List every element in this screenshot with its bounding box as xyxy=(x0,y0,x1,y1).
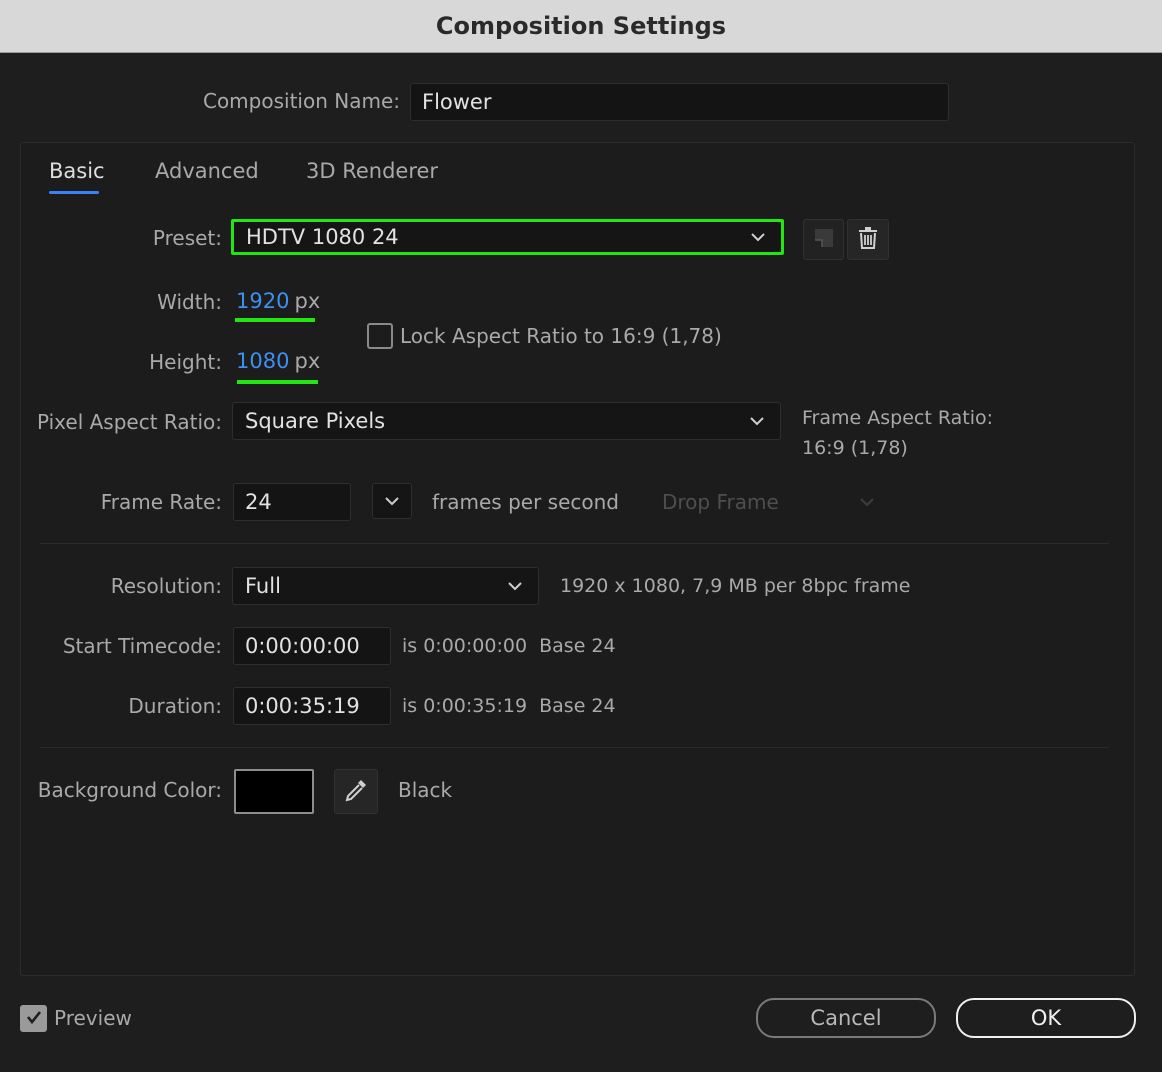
chevron-down-icon xyxy=(502,573,528,599)
start-timecode-input[interactable]: 0:00:00:00 xyxy=(233,627,391,665)
duration-input[interactable]: 0:00:35:19 xyxy=(233,687,391,725)
width-value[interactable]: 1920 xyxy=(236,289,289,313)
chevron-down-icon xyxy=(745,224,771,250)
tab-basic[interactable]: Basic xyxy=(49,159,105,183)
delete-preset-button[interactable] xyxy=(847,219,889,260)
drop-frame-dropdown[interactable]: Drop Frame xyxy=(650,483,890,521)
height-value[interactable]: 1080 xyxy=(236,349,289,373)
width-unit: px xyxy=(294,289,321,313)
title-bar: Composition Settings xyxy=(0,0,1162,53)
separator xyxy=(40,747,1109,748)
frame-rate-value: 24 xyxy=(245,490,272,514)
height-label: Height: xyxy=(149,350,222,374)
width-label: Width: xyxy=(157,290,222,314)
frame-rate-label: Frame Rate: xyxy=(100,490,222,514)
preview-label: Preview xyxy=(54,1006,132,1030)
frame-aspect-value: 16:9 (1,78) xyxy=(802,437,908,459)
height-highlight xyxy=(237,380,318,384)
background-color-swatch[interactable] xyxy=(234,769,314,814)
eyedropper-icon xyxy=(342,776,370,808)
ok-button[interactable]: OK xyxy=(956,998,1136,1038)
frame-rate-input[interactable]: 24 xyxy=(233,483,351,521)
chevron-down-icon xyxy=(744,408,770,434)
preset-label: Preset: xyxy=(152,226,222,250)
composition-name-input[interactable]: Flower xyxy=(410,83,949,121)
start-timecode-info: is 0:00:00:00 Base 24 xyxy=(402,635,616,657)
frame-rate-units: frames per second xyxy=(432,490,619,514)
save-preset-button[interactable] xyxy=(803,219,844,260)
resolution-label: Resolution: xyxy=(110,574,222,598)
active-tab-indicator xyxy=(49,191,99,194)
resolution-info: 1920 x 1080, 7,9 MB per 8bpc frame xyxy=(560,575,911,597)
start-timecode-label: Start Timecode: xyxy=(62,634,222,658)
background-color-label: Background Color: xyxy=(37,778,222,802)
width-field[interactable]: 1920 px xyxy=(236,289,320,313)
save-preset-icon xyxy=(812,226,836,254)
chevron-down-icon xyxy=(854,489,880,515)
background-color-name: Black xyxy=(398,778,453,802)
duration-label: Duration: xyxy=(128,694,222,718)
tab-advanced[interactable]: Advanced xyxy=(155,159,259,183)
preset-value: HDTV 1080 24 xyxy=(246,225,399,249)
lock-aspect-checkbox[interactable] xyxy=(367,323,393,349)
pixel-aspect-value: Square Pixels xyxy=(245,409,386,433)
height-field[interactable]: 1080 px xyxy=(236,349,320,373)
window-title: Composition Settings xyxy=(435,12,727,40)
pixel-aspect-dropdown[interactable]: Square Pixels xyxy=(232,402,781,440)
composition-name-value: Flower xyxy=(422,90,492,114)
start-timecode-value: 0:00:00:00 xyxy=(245,634,360,658)
preset-dropdown[interactable]: HDTV 1080 24 xyxy=(231,219,784,255)
drop-frame-value: Drop Frame xyxy=(662,490,779,514)
lock-aspect-label: Lock Aspect Ratio to 16:9 (1,78) xyxy=(400,324,722,348)
chevron-down-icon xyxy=(379,488,405,514)
pixel-aspect-label: Pixel Aspect Ratio: xyxy=(37,410,222,434)
settings-panel xyxy=(20,142,1135,976)
frame-rate-dropdown[interactable] xyxy=(372,483,412,519)
frame-aspect-label: Frame Aspect Ratio: xyxy=(802,407,994,429)
resolution-dropdown[interactable]: Full xyxy=(232,567,539,605)
preview-checkbox[interactable] xyxy=(20,1005,47,1032)
width-highlight xyxy=(235,318,315,322)
checkmark-icon xyxy=(24,1007,44,1031)
trash-icon xyxy=(857,226,879,254)
duration-value: 0:00:35:19 xyxy=(245,694,360,718)
duration-info: is 0:00:35:19 Base 24 xyxy=(402,695,616,717)
eyedropper-button[interactable] xyxy=(334,769,378,814)
cancel-button[interactable]: Cancel xyxy=(756,998,936,1038)
tab-3d-renderer[interactable]: 3D Renderer xyxy=(306,159,438,183)
composition-name-label: Composition Name: xyxy=(202,89,400,113)
separator xyxy=(40,543,1109,544)
height-unit: px xyxy=(294,349,321,373)
resolution-value: Full xyxy=(245,574,281,598)
